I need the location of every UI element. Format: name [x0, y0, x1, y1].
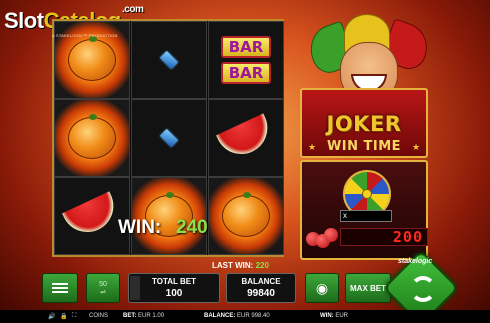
reel-cell	[131, 177, 207, 255]
reel-cell	[131, 21, 207, 99]
wheel-hub	[362, 189, 372, 199]
footer-balance-value: EUR 998.40	[237, 313, 270, 319]
footer-balance: BALANCE: EUR 998.40	[204, 313, 270, 319]
blue-diamond-symbol	[159, 128, 179, 148]
lines-button[interactable]: 50 ⇌	[86, 273, 120, 303]
coins-toggle[interactable]: COINS	[89, 313, 108, 319]
reel-cell	[54, 177, 130, 255]
watermelon-symbol	[62, 191, 122, 241]
bet-decrease-button[interactable]	[130, 276, 140, 300]
footer-bet-label: BET:	[123, 313, 137, 319]
bar-symbol: BAR BAR	[221, 36, 271, 84]
sound-icon[interactable]: 🔊	[48, 313, 55, 320]
balance-value: 99840	[247, 288, 275, 299]
last-win-label: LAST WIN:	[212, 261, 254, 270]
bar-label: BAR	[221, 62, 271, 84]
total-bet-label: TOTAL BET	[152, 277, 196, 286]
fullscreen-icon[interactable]: ⛶	[72, 313, 76, 320]
footer-bet-value: EUR 1.00	[138, 313, 165, 319]
total-bet-box[interactable]: TOTAL BET 100	[128, 273, 220, 303]
reel-cell	[54, 99, 130, 177]
last-win-value: 220	[255, 261, 269, 270]
spin-icon	[410, 276, 436, 302]
win-label: WIN:	[118, 217, 162, 238]
max-bet-label: MAX BET	[350, 283, 386, 293]
footer-win: WIN: EUR	[320, 313, 348, 319]
cherry-icon	[304, 222, 338, 248]
balance-box: BALANCE 99840	[226, 273, 296, 303]
logo-slot: Slot	[4, 8, 44, 33]
production-credit: A STAKELOGIC™ PRODUCTION	[52, 33, 118, 38]
joker-win-counter: 200	[340, 228, 428, 246]
bar-label: BAR	[221, 36, 271, 58]
footer-balance-label: BALANCE:	[204, 313, 236, 319]
lines-count: 50	[99, 280, 107, 288]
reel-cell	[131, 99, 207, 177]
menu-button[interactable]	[42, 273, 78, 303]
logo-com: .com	[122, 4, 144, 15]
last-win: LAST WIN: 220	[212, 261, 269, 270]
stakelogic-logo: stakelogic	[398, 258, 433, 265]
multiplier-display: x	[340, 210, 392, 222]
total-bet-value: 100	[165, 288, 183, 299]
watermelon-symbol	[216, 113, 276, 163]
orange-symbol	[68, 114, 116, 159]
reel-cell	[208, 99, 284, 177]
orange-symbol	[222, 192, 270, 237]
lock-icon[interactable]: 🔒	[60, 313, 67, 320]
hamburger-icon	[52, 281, 68, 295]
orange-symbol	[68, 36, 116, 81]
footer-win-value: EUR	[335, 313, 349, 319]
reel-cell	[208, 177, 284, 255]
blue-diamond-symbol	[159, 50, 179, 70]
footer-bar: 🔊 🔒 ⛶ COINS BET: EUR 1.00 BALANCE: EUR 9…	[0, 310, 490, 323]
reels-grid: BAR BAR	[52, 19, 284, 257]
autoplay-button[interactable]: ◉	[305, 273, 339, 303]
win-value: 240	[176, 217, 208, 238]
max-bet-button[interactable]: MAX BET	[345, 273, 391, 303]
game-subtitle: WIN TIME	[326, 139, 402, 154]
lines-icon: ⇌	[100, 288, 106, 296]
game-title: JOKER	[326, 112, 402, 136]
autoplay-icon: ◉	[315, 279, 329, 296]
footer-bet: BET: EUR 1.00	[123, 313, 164, 319]
balance-label: BALANCE	[241, 277, 281, 286]
reel-cell: BAR BAR	[208, 21, 284, 99]
footer-win-label: WIN:	[320, 313, 334, 319]
